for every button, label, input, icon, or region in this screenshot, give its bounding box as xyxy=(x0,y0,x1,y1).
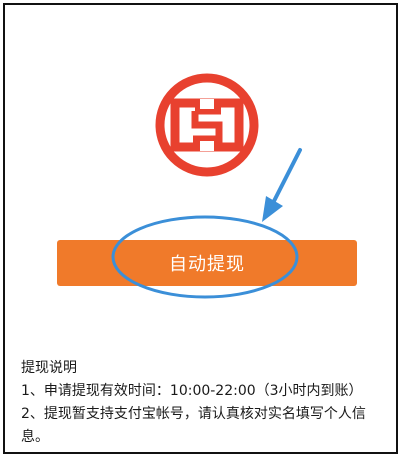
notes-title: 提现说明 xyxy=(21,360,77,376)
notes-item-2: 2、提现暂支持支付宝帐号，请认真核对实名填写个人信息。 xyxy=(21,406,366,445)
screen-frame: 自动提现 提现说明 1、申请提现有效时间：10:00-22:00（3小时内到账）… xyxy=(3,3,398,454)
bank-logo-icon xyxy=(155,73,259,177)
auto-withdraw-button-label: 自动提现 xyxy=(169,254,245,275)
auto-withdraw-button[interactable]: 自动提现 xyxy=(57,240,357,286)
withdraw-notes: 提现说明 1、申请提现有效时间：10:00-22:00（3小时内到账） 2、提现… xyxy=(21,357,393,449)
notes-item-1: 1、申请提现有效时间：10:00-22:00（3小时内到账） xyxy=(21,383,363,399)
